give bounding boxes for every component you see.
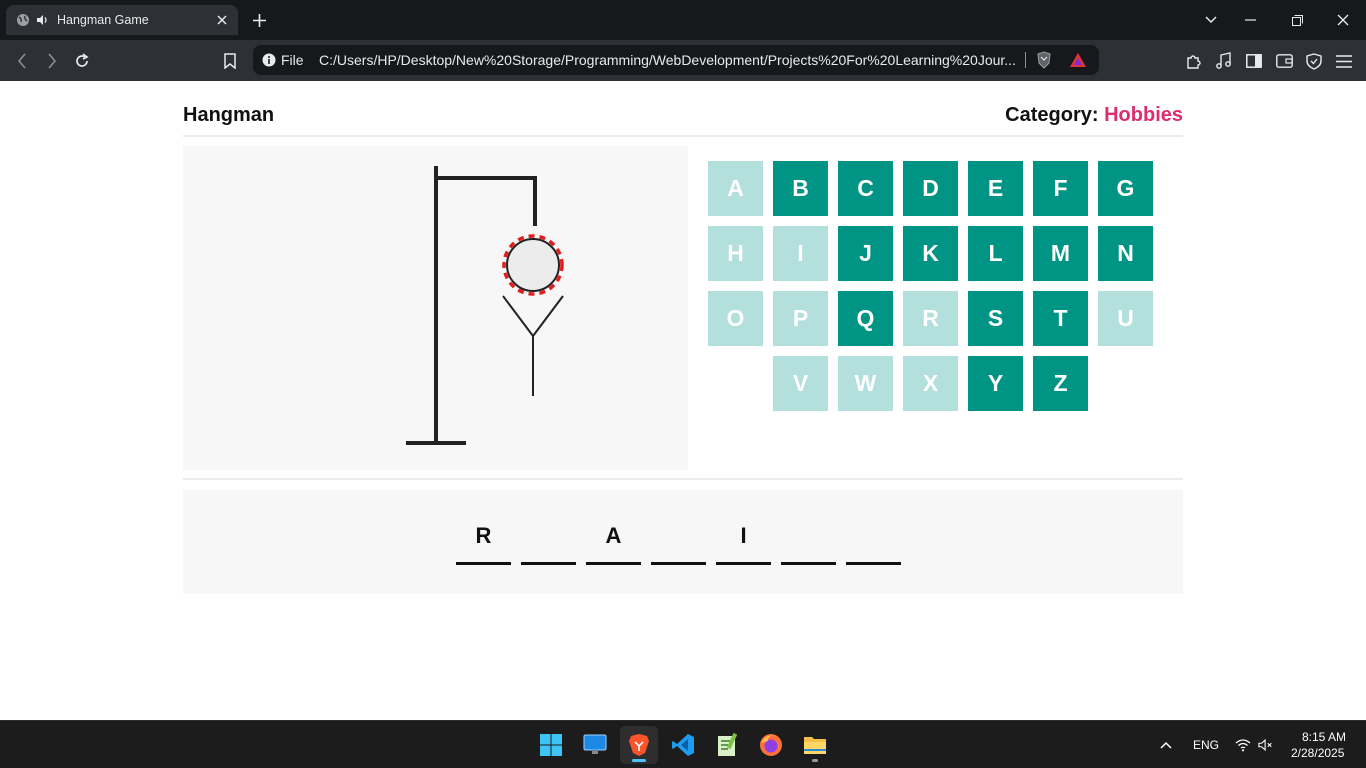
desktop-icon[interactable] — [576, 726, 614, 764]
letter-key-d[interactable]: D — [903, 161, 958, 216]
letter-key-s[interactable]: S — [968, 291, 1023, 346]
url-scheme-label: File — [281, 52, 304, 68]
letter-key-x[interactable]: X — [903, 356, 958, 411]
globe-icon — [16, 13, 30, 27]
word-slot — [651, 510, 706, 565]
clock-time[interactable]: 8:15 AM — [1302, 730, 1346, 744]
browser-tab[interactable]: Hangman Game — [6, 5, 238, 35]
hangman-figure — [406, 166, 564, 445]
category-display: Category: Hobbies — [1005, 104, 1183, 127]
hangman-right-arm — [532, 295, 564, 337]
letter-key-p[interactable]: P — [773, 291, 828, 346]
letter-key-e[interactable]: E — [968, 161, 1023, 216]
letter-key-v[interactable]: V — [773, 356, 828, 411]
tab-search-chevron-icon[interactable] — [1202, 11, 1220, 29]
gallows — [406, 166, 537, 445]
clock-date[interactable]: 2/28/2025 — [1291, 746, 1344, 760]
menu-icon[interactable] — [1334, 51, 1354, 71]
hangman-left-arm — [502, 295, 534, 337]
notepad-icon[interactable] — [708, 726, 746, 764]
show-hidden-icons-chevron-icon[interactable] — [1158, 737, 1174, 753]
restore-icon[interactable] — [1288, 11, 1306, 29]
game-title: Hangman — [183, 104, 275, 126]
letter-key-g[interactable]: G — [1098, 161, 1153, 216]
start-icon[interactable] — [532, 726, 570, 764]
address-bar[interactable]: File C:/Users/HP/Desktop/New%20Storage/P… — [253, 45, 1099, 75]
section-divider — [183, 478, 1183, 480]
new-tab-button[interactable] — [250, 11, 268, 29]
letter-key-t[interactable]: T — [1033, 291, 1088, 346]
forward-icon[interactable] — [42, 51, 62, 71]
letter-key-w[interactable]: W — [838, 356, 893, 411]
active-app-indicator — [632, 759, 646, 762]
extensions-icon[interactable] — [1184, 51, 1204, 71]
browser-tab-bar: Hangman Game — [0, 0, 1366, 40]
firefox-icon[interactable] — [752, 726, 790, 764]
windows-taskbar: ENG 8:15 AM 2/28/2025 — [0, 720, 1366, 768]
letter-key-n[interactable]: N — [1098, 226, 1153, 281]
brave-rewards-icon[interactable] — [1069, 51, 1087, 69]
letter-key-r[interactable]: R — [903, 291, 958, 346]
letter-key-h[interactable]: H — [708, 226, 763, 281]
word-slot: I — [716, 510, 771, 565]
word-slot: A — [586, 510, 641, 565]
sidebar-icon[interactable] — [1244, 51, 1264, 71]
media-icon[interactable] — [1214, 51, 1234, 71]
letter-key-l[interactable]: L — [968, 226, 1023, 281]
reload-icon[interactable] — [72, 51, 92, 71]
bookmark-icon[interactable] — [220, 51, 240, 71]
info-icon[interactable] — [262, 53, 276, 67]
close-window-icon[interactable] — [1334, 11, 1352, 29]
running-app-indicator — [812, 759, 818, 762]
category-label: Category: — [1005, 104, 1099, 126]
volume-muted-icon[interactable] — [1258, 737, 1274, 753]
brave-shields-icon[interactable] — [1035, 51, 1053, 69]
file-explorer-icon[interactable] — [796, 726, 834, 764]
wallet-icon[interactable] — [1274, 51, 1294, 71]
letter-key-q[interactable]: Q — [838, 291, 893, 346]
letter-key-c[interactable]: C — [838, 161, 893, 216]
close-tab-icon[interactable] — [214, 12, 230, 28]
letter-key-k[interactable]: K — [903, 226, 958, 281]
word-slot — [521, 510, 576, 565]
vscode-icon[interactable] — [664, 726, 702, 764]
letter-key-m[interactable]: M — [1033, 226, 1088, 281]
hangman-head — [506, 238, 560, 292]
input-language[interactable]: ENG — [1193, 738, 1219, 752]
header-divider — [183, 135, 1183, 137]
back-icon[interactable] — [12, 51, 32, 71]
vpn-shield-icon[interactable] — [1304, 51, 1324, 71]
url-text[interactable]: C:/Users/HP/Desktop/New%20Storage/Progra… — [319, 52, 1015, 68]
letter-key-o[interactable]: O — [708, 291, 763, 346]
minimize-icon[interactable] — [1241, 11, 1259, 29]
letter-key-y[interactable]: Y — [968, 356, 1023, 411]
letter-key-z[interactable]: Z — [1033, 356, 1088, 411]
letter-key-i[interactable]: I — [773, 226, 828, 281]
wifi-icon[interactable] — [1235, 737, 1251, 753]
word-slot — [781, 510, 836, 565]
hangman-drawing-panel — [183, 146, 688, 470]
letter-key-a[interactable]: A — [708, 161, 763, 216]
letter-key-u[interactable]: U — [1098, 291, 1153, 346]
letter-key-b[interactable]: B — [773, 161, 828, 216]
category-value: Hobbies — [1104, 104, 1183, 126]
brave-icon[interactable] — [620, 726, 658, 764]
word-slot — [846, 510, 901, 565]
tab-title: Hangman Game — [57, 13, 149, 27]
word-panel: RAI — [183, 490, 1183, 594]
letter-key-j[interactable]: J — [838, 226, 893, 281]
url-separator — [1025, 52, 1026, 68]
word-slot: R — [456, 510, 511, 565]
letter-key-f[interactable]: F — [1033, 161, 1088, 216]
speaker-icon[interactable] — [35, 13, 49, 27]
